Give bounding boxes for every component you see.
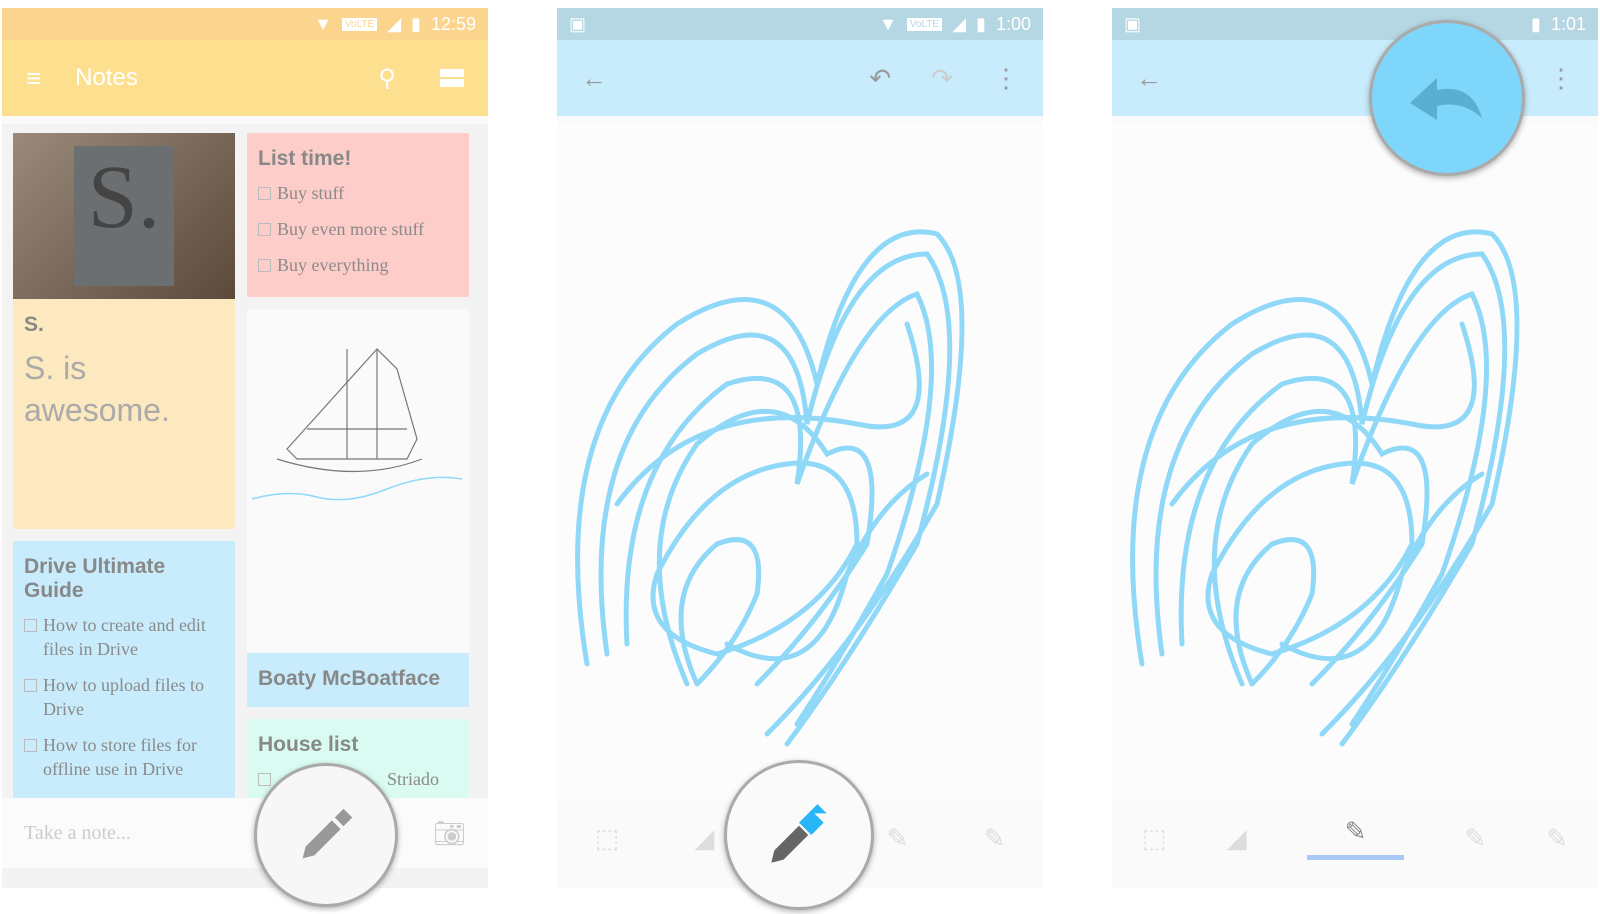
list-item: Striado bbox=[387, 769, 439, 789]
list-item: How to upload files to Drive bbox=[43, 675, 204, 719]
pen-icon bbox=[302, 808, 353, 859]
undo-icon[interactable]: ↶ bbox=[869, 63, 891, 94]
drawing-toolbar: ← ⋮ bbox=[1112, 40, 1598, 116]
marker-tool-icon[interactable]: ✎ bbox=[887, 823, 909, 854]
note-card[interactable]: Drive Ultimate Guide How to create and e… bbox=[13, 541, 235, 841]
eraser-tool-icon[interactable]: ◢ bbox=[1227, 823, 1247, 854]
signal-icon: ◢ bbox=[952, 13, 967, 34]
drawing-canvas[interactable] bbox=[1112, 124, 1598, 800]
undo-icon bbox=[1410, 78, 1482, 120]
checkbox[interactable] bbox=[258, 773, 271, 786]
clock: 12:59 bbox=[430, 13, 476, 34]
checkbox[interactable] bbox=[258, 187, 271, 200]
clock: 1:01 bbox=[1550, 13, 1586, 34]
scribble-stroke bbox=[1233, 537, 1317, 687]
undo-button-highlight[interactable] bbox=[1369, 20, 1525, 176]
select-tool-icon[interactable]: ⬚ bbox=[1142, 823, 1167, 854]
image-notification-icon: ▣ bbox=[1124, 13, 1142, 34]
list-item: How to create and edit files in Drive bbox=[43, 615, 206, 659]
search-icon[interactable]: ⚲ bbox=[378, 64, 396, 93]
status-bar: ▣ ▼ VoLTE ◢ ▮ 1:00 bbox=[557, 8, 1043, 40]
scribble-stroke bbox=[614, 321, 922, 507]
note-title: List time! bbox=[258, 147, 352, 170]
eraser-tool-icon[interactable]: ◢ bbox=[694, 823, 714, 854]
drawing-screen: ▣ ▼ VoLTE ◢ ▮ 1:00 ← ↶ ↷ ⋮ ⬚ ◢ ✎ ✎ ✎ bbox=[557, 8, 1043, 888]
note-card[interactable]: S. S. S. is awesome. bbox=[13, 133, 235, 529]
volte-badge: VoLTE bbox=[341, 17, 378, 31]
drawing-canvas[interactable] bbox=[557, 124, 1043, 800]
checkbox[interactable] bbox=[24, 679, 37, 692]
notes-grid: S. S. S. is awesome. List time! Buy stuf… bbox=[2, 124, 488, 888]
note-title: S. bbox=[24, 313, 44, 336]
page-title: Notes bbox=[75, 64, 138, 91]
more-options-icon[interactable]: ⋮ bbox=[993, 63, 1019, 94]
more-options-icon[interactable]: ⋮ bbox=[1548, 63, 1574, 94]
list-item: Buy even more stuff bbox=[277, 219, 425, 239]
scribble-stroke bbox=[1169, 321, 1477, 507]
note-title: Boaty McBoatface bbox=[258, 667, 441, 690]
select-tool-icon[interactable]: ⬚ bbox=[595, 823, 620, 854]
list-item: How to store files for offline use in Dr… bbox=[43, 735, 197, 779]
clock: 1:00 bbox=[995, 13, 1031, 34]
camera-icon[interactable]: 📷︎ bbox=[433, 818, 466, 849]
note-card[interactable]: Boaty McBoatface bbox=[247, 309, 469, 707]
scribble-drawing bbox=[1130, 229, 1520, 747]
back-arrow-icon[interactable]: ← bbox=[581, 63, 869, 94]
image-notification-icon: ▣ bbox=[569, 13, 587, 34]
pen-button-highlight[interactable] bbox=[254, 763, 398, 907]
notes-screen: ▼ VoLTE ◢ ▮ 12:59 ≡ Notes ⚲ S. S. S. is … bbox=[2, 8, 488, 888]
drawing-screen: ▣ ▮ 1:01 ← ⋮ ⬚ ◢ ✎ ✎ ✎ bbox=[1112, 8, 1598, 888]
app-bar: ≡ Notes ⚲ bbox=[2, 40, 488, 116]
take-note-bar[interactable]: Take a note... 📷︎ bbox=[2, 798, 488, 868]
note-title: Drive Ultimate Guide bbox=[24, 555, 166, 602]
scribble-stroke bbox=[678, 537, 762, 687]
marker-tool-icon[interactable]: ✎ bbox=[1464, 823, 1486, 854]
status-bar: ▼ VoLTE ◢ ▮ 12:59 bbox=[2, 8, 488, 40]
battery-icon: ▮ bbox=[1531, 13, 1541, 34]
battery-icon: ▮ bbox=[976, 13, 986, 34]
volte-badge: VoLTE bbox=[906, 17, 943, 31]
pen-tool-highlight[interactable] bbox=[724, 760, 874, 910]
checkbox[interactable] bbox=[258, 259, 271, 272]
pen-icon bbox=[771, 804, 827, 863]
checkbox[interactable] bbox=[258, 223, 271, 236]
wifi-icon: ▼ bbox=[314, 13, 332, 34]
redo-icon[interactable]: ↷ bbox=[931, 63, 953, 94]
note-card[interactable]: List time! Buy stuff Buy even more stuff… bbox=[247, 133, 469, 297]
menu-icon[interactable]: ≡ bbox=[26, 63, 41, 94]
note-body: S. is awesome. bbox=[24, 350, 170, 428]
drawing-toolbar: ← ↶ ↷ ⋮ bbox=[557, 40, 1043, 116]
note-title: House list bbox=[258, 733, 359, 756]
signal-icon: ◢ bbox=[387, 13, 402, 34]
highlighter-tool-icon[interactable]: ✎ bbox=[984, 823, 1006, 854]
book-photo: S. bbox=[13, 133, 235, 299]
list-item: Buy everything bbox=[277, 255, 389, 275]
highlighter-tool-icon[interactable]: ✎ bbox=[1546, 823, 1568, 854]
checkbox[interactable] bbox=[24, 619, 37, 632]
drawing-tools: ⬚ ◢ ✎ ✎ ✎ bbox=[1112, 808, 1598, 868]
battery-icon: ▮ bbox=[411, 13, 421, 34]
list-item: Buy stuff bbox=[277, 183, 345, 203]
checkbox[interactable] bbox=[24, 739, 37, 752]
scribble-drawing bbox=[575, 229, 965, 747]
wifi-icon: ▼ bbox=[879, 13, 897, 34]
ship-drawing bbox=[251, 348, 463, 501]
status-bar: ▣ ▮ 1:01 bbox=[1112, 8, 1598, 40]
pen-tool-icon[interactable]: ✎ bbox=[1306, 816, 1405, 860]
layout-toggle-icon[interactable] bbox=[440, 69, 464, 87]
